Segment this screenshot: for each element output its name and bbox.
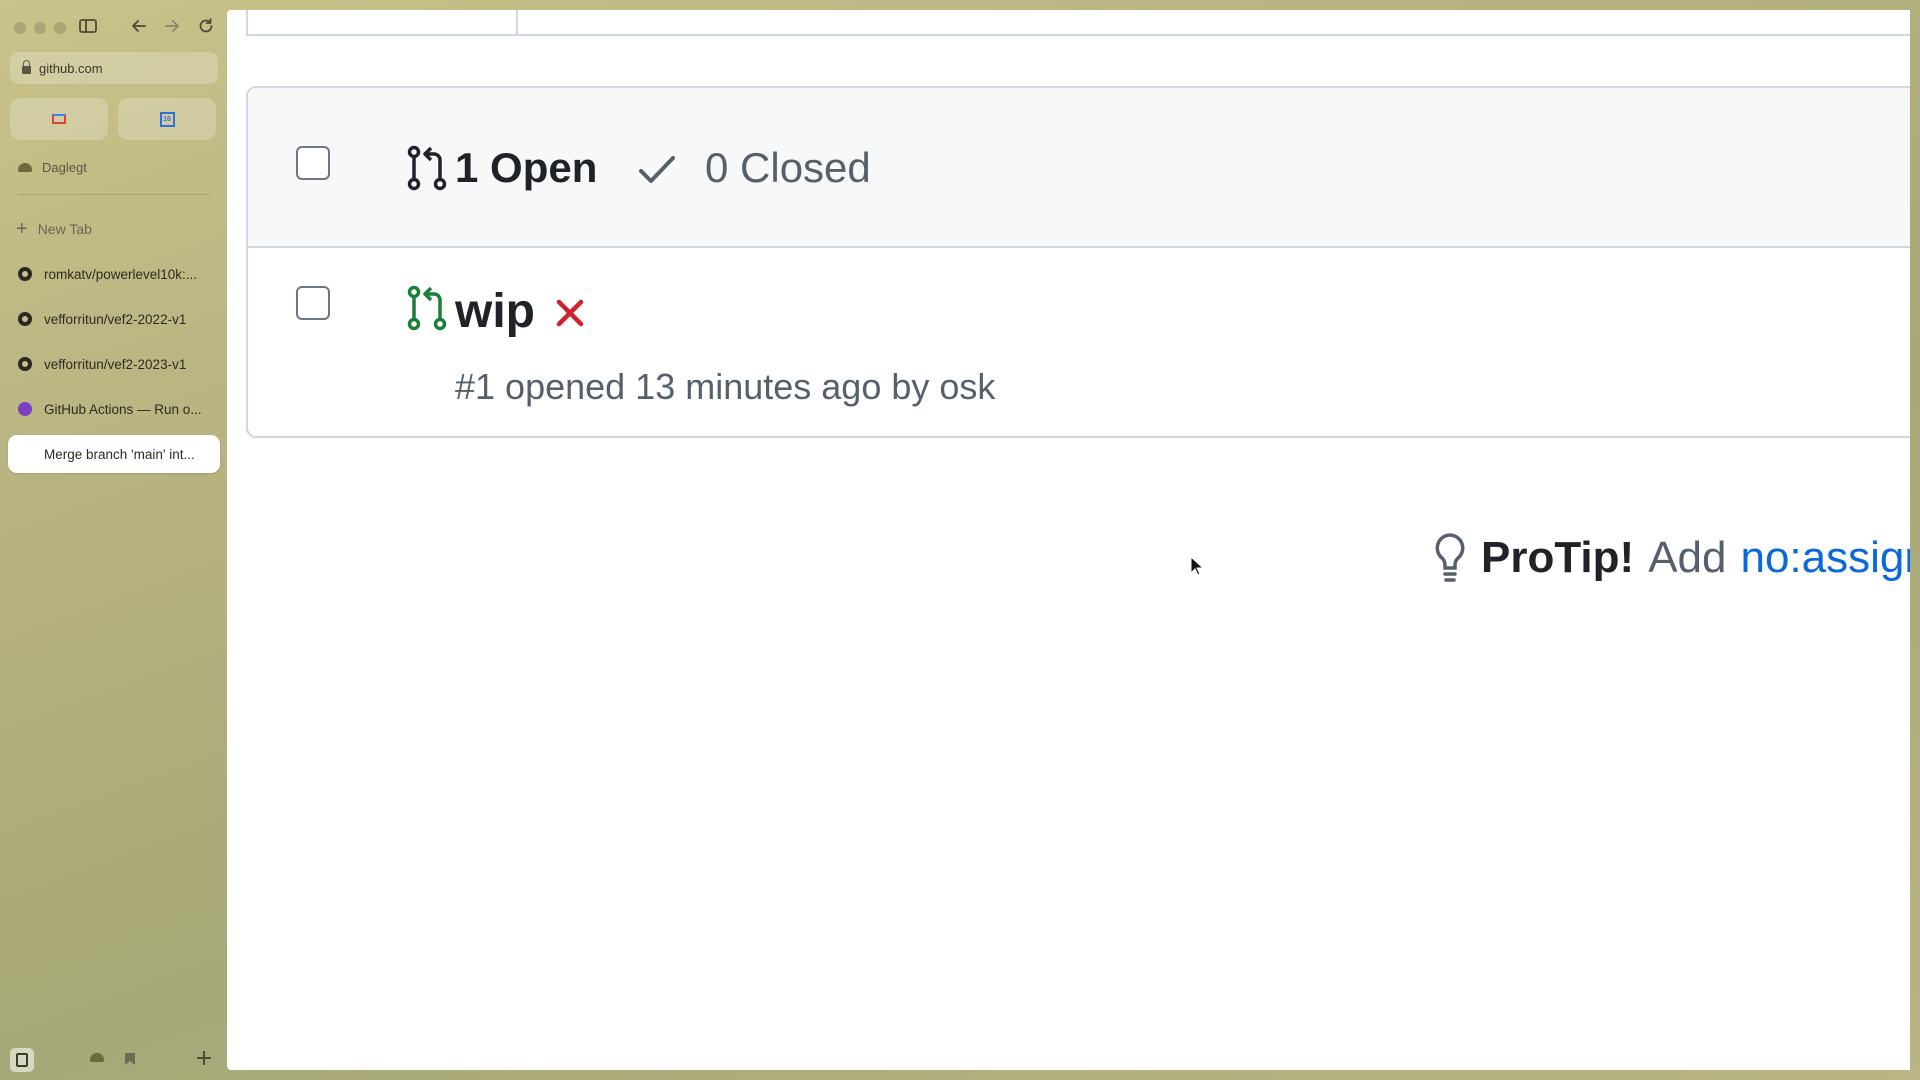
failing-checks-icon[interactable] <box>553 296 587 330</box>
pull-request-icon <box>407 145 447 191</box>
actions-icon <box>18 402 32 416</box>
calendar-icon: 16 <box>159 111 175 127</box>
turtle-icon <box>18 163 32 172</box>
mouse-cursor-icon <box>1190 556 1204 576</box>
protip-link[interactable]: no:assign <box>1740 533 1910 583</box>
space-name: Daglegt <box>42 160 87 175</box>
github-icon <box>18 267 32 281</box>
tab-label: GitHub Actions — Run o... <box>44 401 202 417</box>
protip: ProTip! Add no:assign <box>1433 532 1910 584</box>
minimize-window-button[interactable] <box>34 22 46 34</box>
pinned-calendar[interactable]: 16 <box>118 98 216 140</box>
zoom-window-button[interactable] <box>54 22 66 34</box>
pinned-gmail[interactable] <box>10 98 108 140</box>
tab-item[interactable]: romkatv/powerlevel10k:... <box>8 255 220 293</box>
tab-label: vefforritun/vef2-2022-v1 <box>44 311 187 327</box>
github-icon <box>18 312 32 326</box>
select-all-checkbox[interactable] <box>296 146 330 180</box>
open-filter-tab[interactable]: 1 Open <box>455 144 597 192</box>
url-text: github.com <box>39 60 103 76</box>
sidebar-divider <box>18 194 210 195</box>
new-tab-button[interactable]: + New Tab <box>16 219 92 239</box>
add-space-icon[interactable] <box>196 1050 212 1066</box>
check-icon <box>639 156 675 183</box>
url-bar[interactable]: github.com <box>10 52 218 84</box>
tab-item[interactable]: vefforritun/vef2-2023-v1 <box>8 345 220 383</box>
library-icon <box>16 1053 28 1067</box>
tab-label: romkatv/powerlevel10k:... <box>44 266 198 282</box>
web-content: 1 Open 0 Closed wip #1 opened 13 minutes… <box>227 10 1910 1070</box>
pull-request-title-link[interactable]: wip <box>455 284 535 339</box>
closed-filter-tab[interactable]: 0 Closed <box>705 144 871 192</box>
tab-item[interactable]: GitHub Actions — Run o... <box>8 390 220 428</box>
tab-label: Merge branch 'main' int... <box>44 446 195 462</box>
space-label[interactable]: Daglegt <box>18 160 87 175</box>
pull-request-meta: #1 opened 13 minutes ago by osk <box>455 366 996 407</box>
lock-icon <box>22 60 31 74</box>
protip-text: Add <box>1648 533 1727 582</box>
tab-list: romkatv/powerlevel10k:... vefforritun/ve… <box>8 255 220 480</box>
close-window-button[interactable] <box>14 22 26 34</box>
back-arrow-icon[interactable] <box>129 16 149 36</box>
pull-request-list: 1 Open 0 Closed wip #1 opened 13 minutes… <box>246 86 1910 438</box>
pinned-favorites: 16 <box>10 98 216 140</box>
tab-item-active[interactable]: Merge branch 'main' int... <box>8 435 220 473</box>
forward-arrow-icon[interactable] <box>162 16 182 36</box>
sidebar-bottom-bar <box>0 1038 227 1080</box>
gmail-icon <box>52 114 66 124</box>
tab-item[interactable]: vefforritun/vef2-2022-v1 <box>8 300 220 338</box>
row-checkbox[interactable] <box>296 286 330 320</box>
space-turtle-icon[interactable] <box>90 1053 104 1062</box>
filter-bar-partial <box>246 10 1910 36</box>
open-pull-request-icon <box>407 285 447 331</box>
protip-label: ProTip! <box>1481 533 1635 582</box>
blank-page-icon <box>18 447 32 461</box>
sidebar-toggle-icon[interactable] <box>78 16 98 36</box>
list-header: 1 Open 0 Closed <box>248 88 1910 248</box>
reload-icon[interactable] <box>196 16 216 36</box>
plus-icon: + <box>16 218 28 240</box>
library-button[interactable] <box>10 1048 34 1072</box>
github-icon <box>18 357 32 371</box>
bookmark-icon[interactable] <box>124 1052 136 1066</box>
tab-label: vefforritun/vef2-2023-v1 <box>44 356 187 372</box>
new-tab-label: New Tab <box>37 221 92 237</box>
light-bulb-icon <box>1435 533 1465 582</box>
filter-separator <box>516 10 518 36</box>
window-controls <box>14 22 66 34</box>
browser-sidebar: github.com 16 Daglegt + New Tab romkatv/… <box>0 0 227 1080</box>
